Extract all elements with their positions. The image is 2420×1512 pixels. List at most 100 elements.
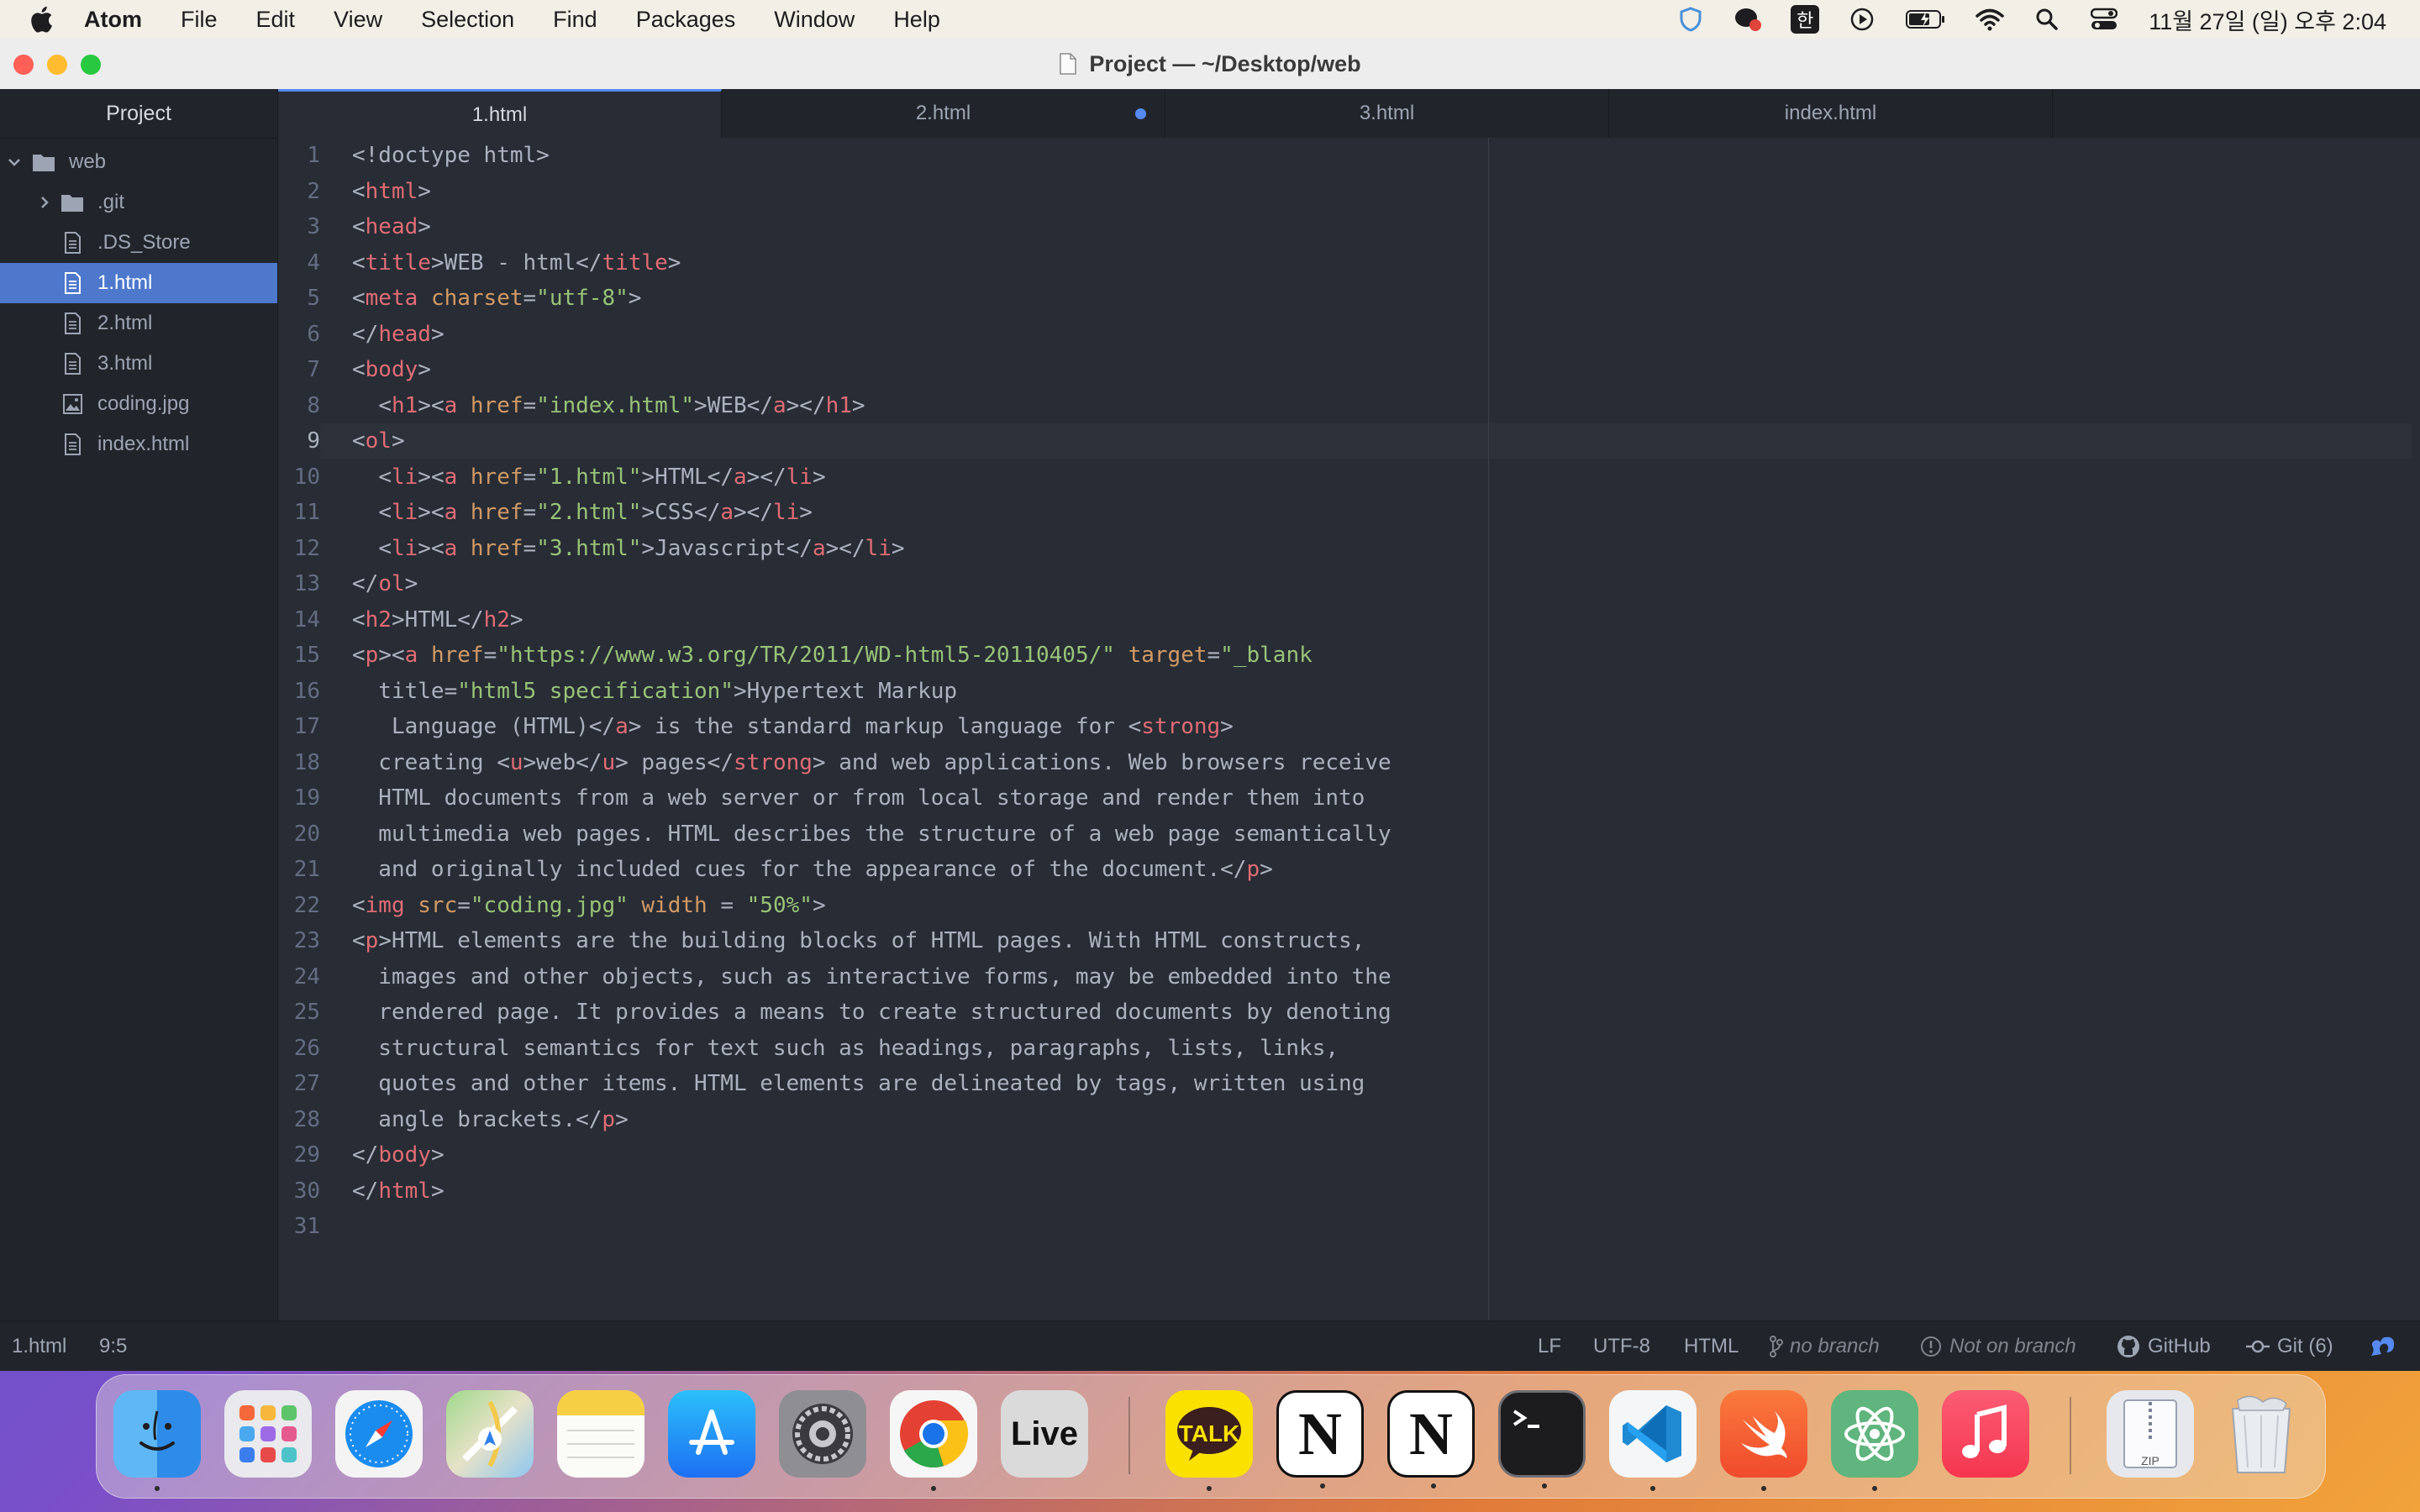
line-number[interactable]: 13 — [278, 566, 320, 602]
code-line[interactable]: images and other objects, such as intera… — [352, 959, 1391, 995]
swift-icon[interactable] — [1720, 1390, 1807, 1491]
search-icon[interactable] — [2033, 5, 2061, 34]
code-line[interactable]: creating <u>web</u> pages</strong> and w… — [352, 745, 1391, 781]
play-icon[interactable] — [1848, 5, 1876, 34]
line-number[interactable]: 6 — [278, 317, 320, 353]
status-branch-status[interactable]: Not on branch — [1919, 1321, 2076, 1371]
tree-item-ds-store[interactable]: .DS_Store — [0, 223, 277, 263]
tree-item-1-html[interactable]: 1.html — [0, 263, 277, 303]
tab-1-html[interactable]: 1.html — [278, 89, 722, 138]
code-line[interactable]: <ol> — [352, 423, 405, 459]
title-bar[interactable]: Project — ~/Desktop/web — [0, 39, 2420, 90]
code-line[interactable]: <h2>HTML</h2> — [352, 602, 523, 638]
tree-item-2-html[interactable]: 2.html — [0, 303, 277, 344]
input-method-icon[interactable]: 한 — [1791, 5, 1820, 34]
code-line[interactable]: </head> — [352, 317, 445, 353]
terminal-icon[interactable] — [1498, 1390, 1586, 1488]
menu-app-atom[interactable]: Atom — [84, 7, 142, 33]
tree-root-web[interactable]: web — [0, 142, 277, 182]
code-line[interactable]: Language (HTML)</a> is the standard mark… — [352, 709, 1234, 745]
line-number[interactable]: 15 — [278, 638, 320, 674]
tree-item-index-html[interactable]: index.html — [0, 424, 277, 465]
wifi-icon[interactable] — [1975, 5, 2004, 34]
line-number[interactable]: 7 — [278, 352, 320, 388]
chat-bubble-icon[interactable] — [1733, 5, 1762, 34]
status-branch[interactable]: no branch — [1770, 1321, 1880, 1371]
line-number[interactable]: 14 — [278, 602, 320, 638]
code-line[interactable]: HTML documents from a web server or from… — [352, 780, 1365, 816]
status-grammar[interactable]: HTML — [1684, 1321, 1739, 1371]
line-number-gutter[interactable]: 1 2 3 4 5 6 7 8 9 10 11 12 13 14 15 16 17 18 19 20 21 22 23 24 2… — [278, 138, 320, 1320]
chrome-icon[interactable] — [890, 1390, 977, 1491]
code-line[interactable]: <li><a href="2.html">CSS</a></li> — [352, 495, 813, 531]
line-number[interactable]: 9 — [278, 423, 320, 459]
tab-2-html[interactable]: 2.html — [722, 89, 1165, 138]
notion-icon[interactable]: N — [1276, 1390, 1364, 1488]
line-number[interactable]: 2 — [278, 174, 320, 210]
line-number[interactable]: 26 — [278, 1031, 320, 1067]
line-number[interactable]: 3 — [278, 209, 320, 245]
line-number[interactable]: 19 — [278, 780, 320, 816]
launchpad-icon[interactable] — [224, 1390, 312, 1478]
code-line[interactable]: title="html5 specification">Hypertext Ma… — [352, 674, 957, 710]
code-line[interactable]: <img src="coding.jpg" width = "50%"> — [352, 888, 826, 924]
music-icon[interactable] — [1942, 1390, 2029, 1478]
code-line[interactable]: <!doctype html> — [352, 138, 550, 174]
line-number[interactable]: 27 — [278, 1066, 320, 1102]
code-line[interactable]: </ol> — [352, 566, 418, 602]
line-number[interactable]: 21 — [278, 852, 320, 888]
code-line[interactable]: <p><a href="https://www.w3.org/TR/2011/W… — [352, 638, 1313, 674]
kakaotalk-icon[interactable]: TALK — [1165, 1390, 1253, 1491]
status-file-name[interactable]: 1.html — [12, 1321, 66, 1371]
line-number[interactable]: 11 — [278, 495, 320, 531]
menu-view[interactable]: View — [334, 7, 382, 33]
squirrel-update-icon[interactable] — [2368, 1321, 2403, 1371]
line-number[interactable]: 8 — [278, 388, 320, 424]
line-number[interactable]: 29 — [278, 1137, 320, 1173]
code-line[interactable]: <title>WEB - html</title> — [352, 245, 681, 281]
archive-icon[interactable]: ZIP — [2107, 1390, 2194, 1478]
code-line[interactable]: quotes and other items. HTML elements ar… — [352, 1066, 1365, 1102]
line-number[interactable]: 22 — [278, 888, 320, 924]
line-number[interactable]: 18 — [278, 745, 320, 781]
tree-header[interactable]: Project — [0, 89, 277, 139]
code-line[interactable]: <body> — [352, 352, 431, 388]
code-line[interactable]: structural semantics for text such as he… — [352, 1031, 1339, 1067]
code-line[interactable]: and originally included cues for the app… — [352, 852, 1272, 888]
code-line[interactable]: </body> — [352, 1137, 445, 1173]
line-number[interactable]: 25 — [278, 995, 320, 1031]
menu-packages[interactable]: Packages — [636, 7, 736, 33]
status-git[interactable]: Git (6) — [2245, 1321, 2333, 1371]
line-number[interactable]: 31 — [278, 1209, 320, 1245]
line-number[interactable]: 23 — [278, 923, 320, 959]
status-cursor-position[interactable]: 9:5 — [99, 1321, 127, 1371]
text-editor[interactable]: 1 2 3 4 5 6 7 8 9 10 11 12 13 14 15 16 17 18 19 20 21 22 23 24 2… — [278, 138, 2420, 1320]
modified-indicator-icon[interactable] — [1135, 108, 1146, 119]
code-line[interactable]: <li><a href="1.html">HTML</a></li> — [352, 459, 825, 496]
code-line[interactable]: angle brackets.</p> — [352, 1102, 628, 1138]
system-settings-icon[interactable] — [779, 1390, 866, 1478]
line-number[interactable]: 1 — [278, 138, 320, 174]
notes-icon[interactable] — [557, 1390, 644, 1478]
line-number[interactable]: 17 — [278, 709, 320, 745]
code-line[interactable]: multimedia web pages. HTML describes the… — [352, 816, 1391, 853]
shield-icon[interactable] — [1676, 5, 1705, 34]
line-number[interactable]: 4 — [278, 245, 320, 281]
menu-help[interactable]: Help — [893, 7, 940, 33]
menu-file[interactable]: File — [181, 7, 218, 33]
tab-index-html[interactable]: index.html — [1609, 89, 2053, 138]
safari-icon[interactable] — [335, 1390, 423, 1478]
status-encoding[interactable]: UTF-8 — [1593, 1321, 1650, 1371]
menu-window[interactable]: Window — [774, 7, 855, 33]
code-line[interactable]: </html> — [352, 1173, 445, 1210]
menu-find[interactable]: Find — [553, 7, 597, 33]
finder-icon[interactable] — [113, 1390, 201, 1491]
trash-icon[interactable] — [2217, 1390, 2305, 1478]
line-number[interactable]: 30 — [278, 1173, 320, 1210]
notion-icon-2[interactable]: N — [1387, 1390, 1475, 1488]
status-github[interactable]: GitHub — [2116, 1321, 2211, 1371]
vscode-icon[interactable] — [1609, 1390, 1697, 1491]
live-icon[interactable]: Live — [1001, 1390, 1088, 1478]
menu-bar-clock[interactable]: 11월 27일 (일) 오후 2:04 — [2149, 3, 2386, 36]
line-number[interactable]: 16 — [278, 674, 320, 710]
